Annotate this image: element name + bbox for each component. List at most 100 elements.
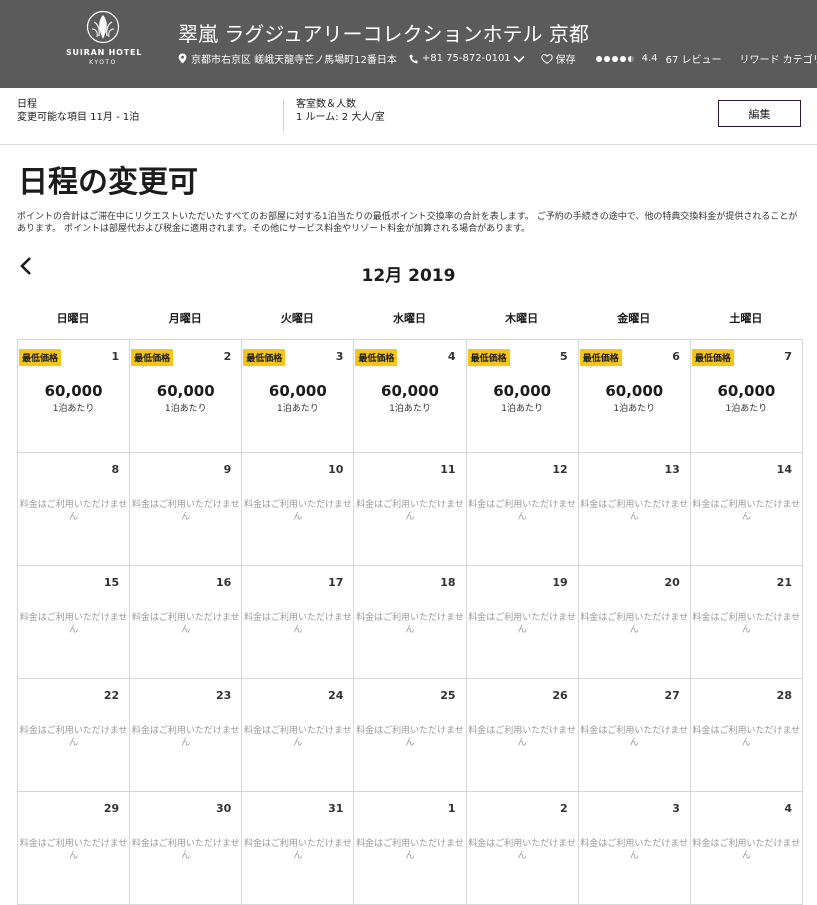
reward-category[interactable]: リワード カテゴリー 7: [739, 51, 817, 66]
unavailable-label: 料金はご利用いただけません: [356, 500, 464, 522]
unavailable-label: 料金はご利用いただけません: [468, 726, 576, 748]
calendar-day-cell[interactable]: 14 料金はご利用いただけません: [690, 453, 803, 566]
dates-label: 日程: [17, 99, 37, 110]
day-number: 28: [776, 689, 792, 702]
rating-dot-icon: [611, 55, 618, 62]
unavailable-label: 料金はご利用いただけません: [19, 500, 128, 522]
address-link[interactable]: 京都市右京区 嵯峨天龍寺芒ノ馬場町12番日本: [178, 51, 397, 66]
phone-link[interactable]: +81 75-872-0101: [409, 53, 525, 64]
calendar-day-cell[interactable]: 10 料金はご利用いただけません: [242, 453, 355, 566]
lowest-price-badge: 最低価格: [355, 349, 398, 366]
hotel-meta-row: 京都市右京区 嵯峨天龍寺芒ノ馬場町12番日本 +81 75-872-0101 保…: [178, 51, 817, 66]
calendar-week: 1 最低価格 60,000 1泊あたり 2 最低価格 60,000 1泊あたり 3 最低価格 60,…: [18, 340, 803, 453]
phone-text: +81 75-872-0101: [421, 53, 511, 64]
day-number: 18: [440, 576, 456, 589]
unavailable-label: 料金はご利用いただけません: [243, 839, 352, 861]
calendar-day-cell[interactable]: 4 最低価格 60,000 1泊あたり: [354, 340, 467, 453]
rating-dot-icon: [603, 55, 610, 62]
heart-icon: [540, 53, 553, 64]
calendar-day-cell[interactable]: 6 最低価格 60,000 1泊あたり: [578, 340, 691, 453]
guests-summary: 客室数＆人数 1 ルーム: 2 大人/室: [296, 98, 385, 124]
lowest-price-badge: 最低価格: [243, 349, 286, 366]
phone-icon: [409, 54, 418, 63]
calendar-day-cell[interactable]: 22 料金はご利用いただけません: [18, 679, 131, 792]
per-night-label: 1泊あたり: [164, 404, 207, 414]
calendar-day-cell[interactable]: 19 料金はご利用いただけません: [466, 566, 579, 679]
day-number: 1: [111, 350, 120, 363]
guests-value: 1 ルーム: 2 大人/室: [296, 112, 385, 123]
day-number: 25: [440, 689, 456, 702]
unavailable-label: 料金はご利用いただけません: [131, 500, 240, 522]
calendar-day-cell[interactable]: 12 料金はご利用いただけません: [466, 453, 579, 566]
calendar-day-cell[interactable]: 16 料金はご利用いただけません: [130, 566, 243, 679]
day-number: 3: [335, 350, 344, 363]
calendar-day-cell[interactable]: 30 料金はご利用いただけません: [130, 792, 243, 905]
day-number: 19: [552, 576, 568, 589]
calendar-grid: 1 最低価格 60,000 1泊あたり 2 最低価格 60,000 1泊あたり 3 最低価格 60,…: [17, 339, 803, 905]
calendar-day-cell[interactable]: 15 料金はご利用いただけません: [18, 566, 131, 679]
calendar-day-cell[interactable]: 7 最低価格 60,000 1泊あたり: [690, 340, 803, 453]
day-number: 14: [776, 463, 792, 476]
calendar-day-cell[interactable]: 4 料金はご利用いただけません: [690, 792, 803, 905]
rating-summary[interactable]: 4.4 67 レビュー: [595, 51, 721, 66]
unavailable-label: 料金はご利用いただけません: [356, 613, 464, 635]
calendar-day-cell[interactable]: 11 料金はご利用いただけません: [354, 453, 467, 566]
calendar-day-cell[interactable]: 28 料金はご利用いただけません: [690, 679, 803, 792]
calendar-day-cell[interactable]: 8 料金はご利用いただけません: [18, 453, 131, 566]
day-number: 1: [447, 802, 456, 815]
unavailable-label: 料金はご利用いただけません: [131, 839, 240, 861]
day-number: 26: [552, 689, 568, 702]
calendar-day-cell[interactable]: 1 料金はご利用いただけません: [354, 792, 467, 905]
calendar-day-cell[interactable]: 25 料金はご利用いただけません: [354, 679, 467, 792]
hotel-logo[interactable]: SUIRAN HOTEL KYOTO: [66, 10, 141, 66]
day-number: 20: [664, 576, 680, 589]
calendar-day-cell[interactable]: 24 料金はご利用いただけません: [242, 679, 355, 792]
calendar-week: 29 料金はご利用いただけません 30 料金はご利用いただけません 31 料金はご利用いた…: [18, 792, 803, 905]
day-number: 13: [664, 463, 680, 476]
calendar-day-cell[interactable]: 20 料金はご利用いただけません: [578, 566, 691, 679]
calendar-day-cell[interactable]: 21 料金はご利用いただけません: [690, 566, 803, 679]
day-number: 7: [784, 350, 792, 363]
calendar-week: 15 料金はご利用いただけません 16 料金はご利用いただけません 17 料金はご利用いた…: [18, 566, 803, 679]
calendar-day-cell[interactable]: 13 料金はご利用いただけません: [578, 453, 691, 566]
per-night-label: 1泊あたり: [725, 404, 768, 414]
weekday-saturday: 土曜日: [729, 312, 763, 325]
day-number: 4: [447, 350, 456, 363]
per-night-label: 1泊あたり: [389, 404, 431, 414]
lowest-price-badge: 最低価格: [131, 349, 174, 366]
per-night-label: 1泊あたり: [52, 404, 95, 414]
lowest-price-badge: 最低価格: [19, 349, 62, 366]
calendar-day-cell[interactable]: 2 最低価格 60,000 1泊あたり: [130, 340, 243, 453]
points-price: 60,000: [605, 382, 664, 400]
calendar-day-cell[interactable]: 26 料金はご利用いただけません: [466, 679, 579, 792]
calendar-day-cell[interactable]: 29 料金はご利用いただけません: [18, 792, 131, 905]
calendar-day-cell[interactable]: 5 最低価格 60,000 1泊あたり: [466, 340, 579, 453]
edit-button[interactable]: 編集: [718, 100, 801, 127]
save-button[interactable]: 保存: [540, 51, 576, 66]
calendar-day-cell[interactable]: 23 料金はご利用いただけません: [130, 679, 243, 792]
day-number: 9: [223, 463, 232, 476]
points-price: 60,000: [268, 382, 327, 400]
calendar-day-cell[interactable]: 27 料金はご利用いただけません: [578, 679, 691, 792]
day-number: 2: [223, 350, 232, 363]
day-number: 2: [560, 802, 568, 815]
hotel-name[interactable]: 翠嵐 ラグジュアリーコレクションホテル 京都: [178, 18, 589, 47]
rating-value: 4.4: [641, 53, 658, 64]
calendar-day-cell[interactable]: 17 料金はご利用いただけません: [242, 566, 355, 679]
address-text: 京都市右京区 嵯峨天龍寺芒ノ馬場町12番日本: [191, 55, 397, 66]
weekday-monday: 月曜日: [168, 312, 202, 325]
day-number: 23: [215, 689, 232, 702]
unavailable-label: 料金はご利用いただけません: [692, 726, 801, 748]
day-number: 8: [111, 463, 120, 476]
calendar-day-cell[interactable]: 18 料金はご利用いただけません: [354, 566, 467, 679]
calendar-day-cell[interactable]: 2 料金はご利用いただけません: [466, 792, 579, 905]
calendar-day-cell[interactable]: 9 料金はご利用いただけません: [130, 453, 243, 566]
calendar-day-cell[interactable]: 1 最低価格 60,000 1泊あたり: [18, 340, 131, 453]
calendar-day-cell[interactable]: 3 最低価格 60,000 1泊あたり: [242, 340, 355, 453]
points-price: 60,000: [381, 382, 439, 400]
unavailable-label: 料金はご利用いただけません: [19, 726, 128, 748]
day-number: 12: [552, 463, 568, 476]
calendar-day-cell[interactable]: 31 料金はご利用いただけません: [242, 792, 355, 905]
calendar-day-cell[interactable]: 3 料金はご利用いただけません: [578, 792, 691, 905]
location-pin-icon: [178, 53, 187, 64]
